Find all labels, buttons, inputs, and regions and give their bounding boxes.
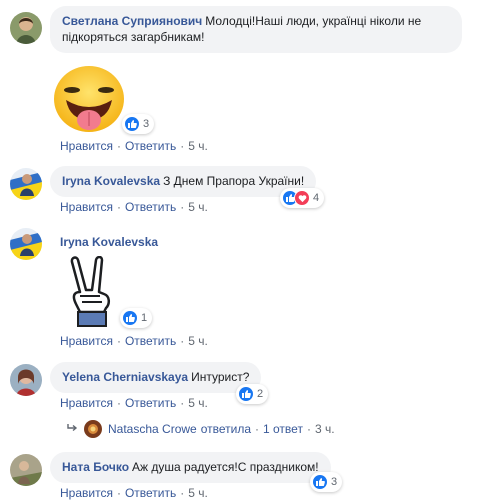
- avatar[interactable]: [10, 364, 42, 396]
- comment-text: Аж душа радуется!С праздником!: [132, 460, 319, 474]
- comment-author[interactable]: Ната Бочко: [62, 460, 129, 474]
- like-link[interactable]: Нравится: [60, 486, 113, 500]
- reaction-count: 2: [257, 388, 264, 400]
- avatar[interactable]: [10, 454, 42, 486]
- avatar[interactable]: [10, 228, 42, 260]
- timestamp[interactable]: 5 ч.: [188, 334, 208, 348]
- reply-time: 3 ч.: [314, 422, 335, 436]
- comment-text: З Днем Прапора України!: [163, 174, 305, 188]
- avatar[interactable]: [10, 168, 42, 200]
- comment-2: Iryna Kovalevska З Днем Прапора України! …: [10, 166, 480, 216]
- reply-action: ответила: [200, 422, 252, 436]
- timestamp[interactable]: 5 ч.: [188, 486, 208, 500]
- comment-4: Yelena Cherniavskaya Интурист? 2 Нравится…: [10, 362, 480, 412]
- like-link[interactable]: Нравится: [60, 396, 113, 410]
- comment-bubble: Ната Бочко Аж душа радуется!С праздником!: [50, 452, 331, 483]
- comment-bubble: Iryna Kovalevska З Днем Прапора України!: [50, 166, 317, 197]
- reaction-count: 3: [331, 476, 338, 488]
- comment-1: Светлана Суприянович Молодці!Наші люди, у…: [10, 6, 480, 156]
- comment-bubble: Yelena Cherniavskaya Интурист?: [50, 362, 262, 393]
- comment-author[interactable]: Yelena Cherniavskaya: [62, 370, 188, 384]
- comment-actions: Нравится · Ответить · 5 ч.: [60, 486, 208, 500]
- comment-5: Ната Бочко Аж душа радуется!С праздником!…: [10, 452, 480, 500]
- comment-author[interactable]: Светлана Суприянович: [62, 14, 202, 28]
- reply-avatar[interactable]: [84, 420, 102, 438]
- tongue-emoji-sticker: [52, 62, 126, 136]
- like-link[interactable]: Нравится: [60, 139, 113, 153]
- like-link[interactable]: Нравится: [60, 334, 113, 348]
- reactions-summary[interactable]: 3: [310, 472, 343, 492]
- reply-link[interactable]: Ответить: [125, 200, 176, 214]
- like-icon: [238, 386, 254, 402]
- comment-author[interactable]: Iryna Kovalevska: [60, 234, 158, 250]
- reply-author[interactable]: Natascha Crowe: [108, 422, 197, 436]
- reactions-summary[interactable]: 3: [122, 114, 155, 134]
- reactions-summary[interactable]: 1: [120, 308, 153, 328]
- like-link[interactable]: Нравится: [60, 200, 113, 214]
- like-icon: [312, 474, 328, 490]
- comment-author[interactable]: Iryna Kovalevska: [62, 174, 160, 188]
- comment-actions: Нравится · Ответить · 5 ч.: [60, 139, 208, 153]
- reactions-summary[interactable]: 4: [280, 188, 325, 208]
- reply-link[interactable]: Ответить: [125, 139, 176, 153]
- avatar[interactable]: [10, 12, 42, 44]
- comment-3: Iryna Kovalevska 1 Нравится · Ответить · 5 ч…: [10, 228, 480, 348]
- like-icon: [124, 116, 140, 132]
- timestamp[interactable]: 5 ч.: [188, 139, 208, 153]
- comment-actions: Нравится · Ответить · 5 ч.: [60, 200, 208, 214]
- reply-count[interactable]: 1 ответ: [263, 422, 303, 436]
- view-replies-link[interactable]: Natascha Crowe ответила · 1 ответ · 3 ч.: [66, 420, 335, 438]
- reply-link[interactable]: Ответить: [125, 396, 176, 410]
- reply-arrow-icon: [66, 422, 78, 436]
- reactions-summary[interactable]: 2: [236, 384, 269, 404]
- victory-hand-sticker: [66, 255, 118, 328]
- timestamp[interactable]: 5 ч.: [188, 200, 208, 214]
- comment-text: Интурист?: [191, 370, 250, 384]
- reply-link[interactable]: Ответить: [125, 334, 176, 348]
- reaction-count: 4: [313, 192, 320, 204]
- comment-actions: Нравится · Ответить · 5 ч.: [60, 396, 208, 410]
- comment-bubble: Светлана Суприянович Молодці!Наші люди, у…: [50, 6, 462, 53]
- reply-link[interactable]: Ответить: [125, 486, 176, 500]
- comment-actions: Нравится · Ответить · 5 ч.: [60, 334, 208, 348]
- reaction-count: 1: [141, 312, 148, 324]
- timestamp[interactable]: 5 ч.: [188, 396, 208, 410]
- love-icon: [294, 190, 310, 206]
- reaction-count: 3: [143, 118, 150, 130]
- like-icon: [122, 310, 138, 326]
